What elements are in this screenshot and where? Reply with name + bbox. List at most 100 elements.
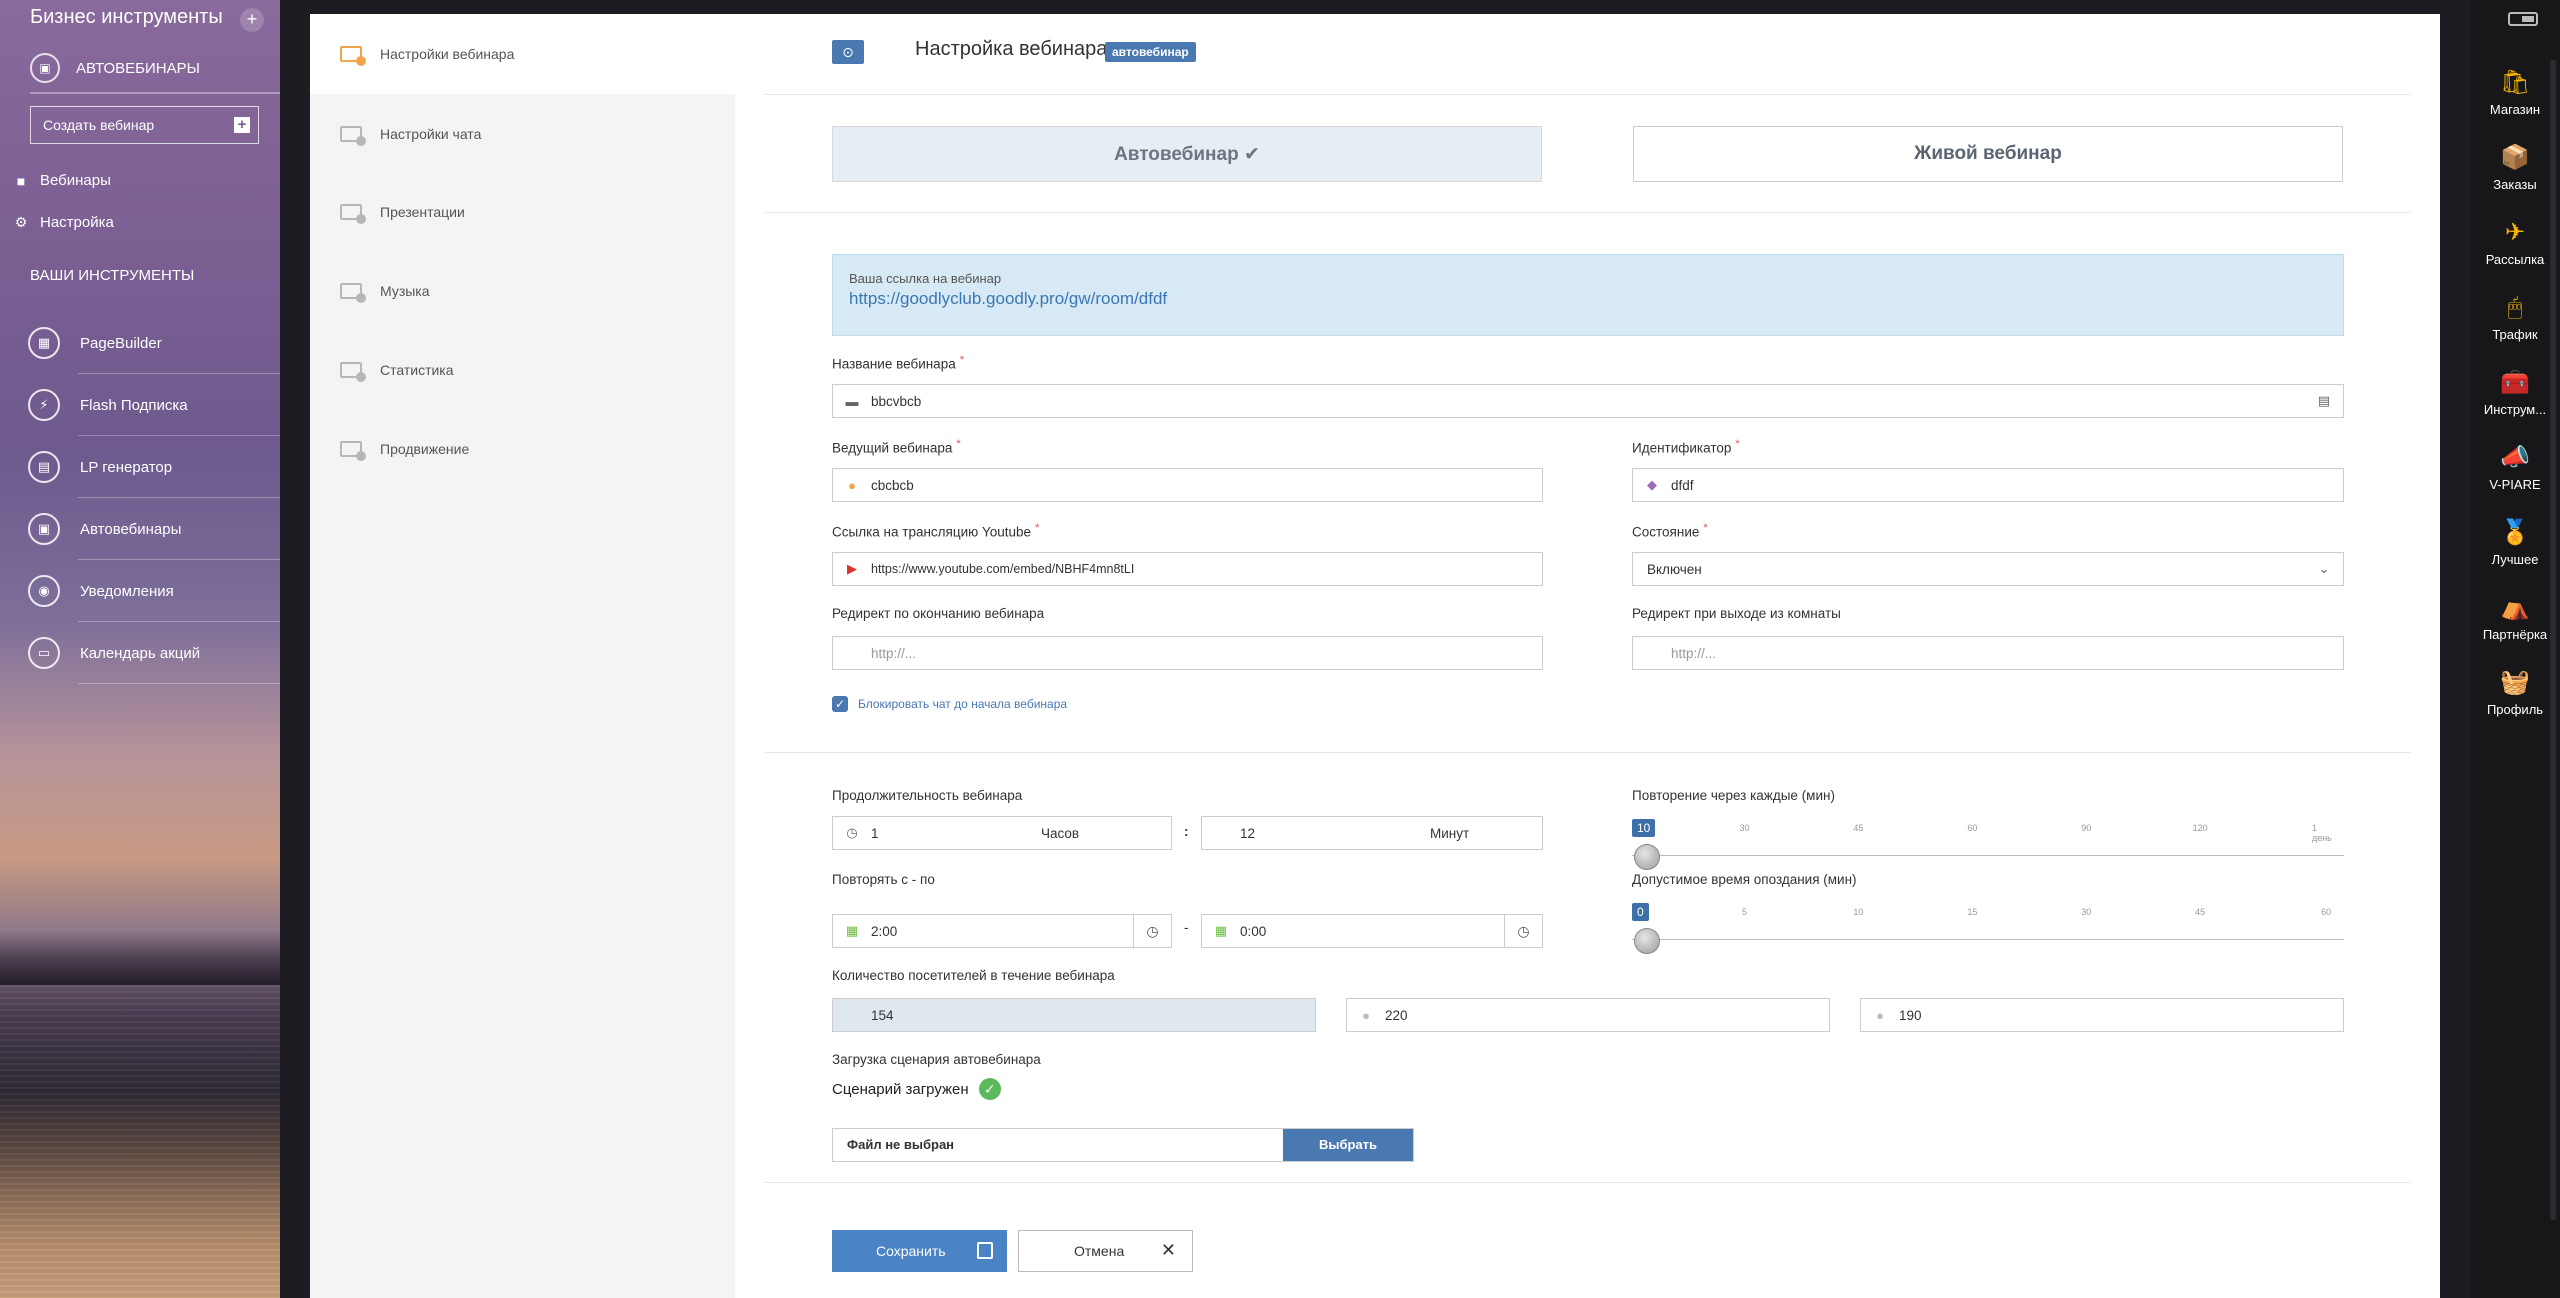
name-label: Название вебинара * — [832, 354, 964, 372]
repeat-every-slider[interactable]: 10 30 45 60 90 120 1 день — [1632, 804, 2344, 874]
tool-promo-calendar[interactable]: ▭ Календарь акций — [0, 622, 280, 684]
host-input[interactable]: ● cbcbcb — [832, 468, 1543, 502]
notification-icon: ◉ — [28, 575, 60, 607]
slider-handle[interactable] — [1634, 844, 1660, 870]
toggle-icon[interactable] — [2508, 12, 2538, 26]
block-chat-checkbox[interactable]: ✓ Блокировать чат до начала вебинара — [832, 696, 1067, 712]
webinar-section-icon: ▣ — [30, 53, 60, 83]
sidebar-divider — [30, 92, 280, 94]
redirect-end-label: Редирект по окончанию вебинара — [832, 606, 1045, 621]
youtube-url-input[interactable]: ▶ https://www.youtube.com/embed/NBHF4mn8… — [832, 552, 1543, 586]
create-webinar-button[interactable]: Создать вебинар + — [30, 106, 259, 144]
sidebar-section-autowebinars[interactable]: ▣ АВТОВЕБИНАРЫ — [30, 48, 280, 88]
tool-flash-subscription[interactable]: ⚡ Flash Подписка — [0, 374, 280, 436]
lp-icon: ▤ — [28, 451, 60, 483]
redirect-end-input[interactable]: http://... — [832, 636, 1543, 670]
clock-icon[interactable]: ◷ — [1133, 915, 1171, 947]
identifier-input[interactable]: ◆ dfdf — [1632, 468, 2344, 502]
repeat-from-input[interactable]: ▦ 2:00 ◷ — [832, 914, 1172, 948]
scenario-status: Сценарий загружен ✓ — [832, 1078, 1001, 1100]
duration-minutes-input[interactable]: 12 Минут — [1201, 816, 1543, 850]
scrollbar[interactable] — [2550, 60, 2556, 1220]
tool-notifications[interactable]: ◉ Уведомления — [0, 560, 280, 622]
dock-label: Инструм... — [2483, 402, 2547, 417]
dock-best[interactable]: 🏅 Лучшее — [2470, 518, 2560, 592]
tab-music[interactable]: Музыка — [310, 251, 735, 331]
slider-tick: 5 — [1741, 907, 1747, 917]
dock-tools[interactable]: 🧰 Инструм... — [2470, 368, 2560, 442]
slider-handle[interactable] — [1634, 928, 1660, 954]
pagebuilder-icon: ▦ — [28, 327, 60, 359]
duration-hours-unit: Часов — [1041, 825, 1080, 841]
tool-pagebuilder[interactable]: ▦ PageBuilder — [0, 312, 280, 374]
late-time-slider[interactable]: 0 5 10 15 30 45 60 — [1632, 888, 2344, 958]
visitors-value: 220 — [1385, 1007, 1408, 1023]
video-settings-icon — [340, 283, 366, 303]
visitors-input-1[interactable]: 154 — [832, 998, 1316, 1032]
slider-tick: 30 — [1739, 823, 1750, 833]
dock-profile[interactable]: 🧺 Профиль — [2470, 668, 2560, 742]
close-icon: ✕ — [1160, 1240, 1176, 1260]
text-icon: ▬ — [845, 393, 859, 409]
choose-file-button[interactable]: Выбрать — [1283, 1129, 1413, 1161]
partner-icon: ⛺ — [2500, 594, 2530, 621]
tools-heading: ВАШИ ИНСТРУМЕНТЫ — [30, 267, 195, 284]
slider-tick: 60 — [2321, 907, 2332, 917]
dock-partner[interactable]: ⛺ Партнёрка — [2470, 593, 2560, 667]
tab-presentations[interactable]: Презентации — [310, 172, 735, 252]
webinar-name-input[interactable]: ▬ bbcvbcb ▤ — [832, 384, 2344, 418]
repeat-range-label: Повторять с - по — [832, 872, 935, 887]
tab-label: Настройки чата — [380, 126, 482, 142]
tab-label: Музыка — [380, 283, 430, 299]
tool-label: PageBuilder — [80, 334, 162, 352]
visitors-input-3[interactable]: ● 190 — [1860, 998, 2344, 1032]
slider-rail — [1632, 939, 2344, 940]
duration-hours-value: 1 — [871, 825, 879, 841]
best-icon: 🏅 — [2500, 519, 2530, 546]
identifier-value: dfdf — [1671, 477, 1694, 493]
state-select[interactable]: Включен ⌄ — [1632, 552, 2344, 586]
id-card-icon: ▤ — [2317, 393, 2331, 408]
repeat-to-input[interactable]: ▦ 0:00 ◷ — [1201, 914, 1543, 948]
file-upload[interactable]: Файл не выбран Выбрать — [832, 1128, 1414, 1162]
dock-traffic[interactable]: 🖱 Трафик — [2470, 293, 2560, 367]
autowebinar-mode-button[interactable]: Автовебинар ✔ — [832, 126, 1542, 182]
redirect-exit-input[interactable]: http://... — [1632, 636, 2344, 670]
save-button[interactable]: Сохранить — [832, 1230, 1007, 1272]
cancel-button[interactable]: Отмена ✕ — [1018, 1230, 1193, 1272]
slider-rail — [1632, 855, 2344, 856]
shop-icon: 🛍 — [2500, 69, 2531, 96]
sidebar-link-settings[interactable]: ⚙ Настройка — [12, 214, 114, 231]
dock-mailing[interactable]: ✈ Рассылка — [2470, 218, 2560, 292]
tab-statistics[interactable]: Статистика — [310, 330, 735, 410]
tab-webinar-settings[interactable]: Настройки вебинара — [310, 14, 735, 94]
sidebar-link-webinars[interactable]: ■ Вебинары — [12, 172, 111, 189]
video-settings-icon — [340, 441, 366, 461]
duration-hours-input[interactable]: ◷ 1 Часов — [832, 816, 1172, 850]
video-settings-icon — [340, 362, 366, 382]
webinar-link-url[interactable]: https://goodlyclub.goodly.pro/gw/room/df… — [849, 289, 2327, 309]
tool-lp-generator[interactable]: ▤ LP генератор — [0, 436, 280, 498]
cancel-label: Отмена — [1074, 1243, 1125, 1259]
youtube-label: Ссылка на трансляцию Youtube * — [832, 522, 1040, 540]
visitors-input-2[interactable]: ● 220 — [1346, 998, 1830, 1032]
tab-promotion[interactable]: Продвижение — [310, 409, 735, 489]
live-webinar-mode-button[interactable]: Живой вебинар — [1633, 126, 2343, 182]
tab-label: Статистика — [380, 362, 454, 378]
sidebar-add-button[interactable]: + — [240, 8, 264, 32]
create-webinar-label: Создать вебинар — [43, 117, 155, 133]
divider — [765, 1182, 2410, 1183]
webinar-icon: ▣ — [28, 513, 60, 545]
tab-chat-settings[interactable]: Настройки чата — [310, 94, 735, 174]
type-badge: автовебинар — [1105, 42, 1196, 62]
redirect-exit-placeholder: http://... — [1671, 645, 1717, 661]
dock-orders[interactable]: 📦 Заказы — [2470, 143, 2560, 217]
repeat-every-label: Повторение через каждые (мин) — [1632, 788, 1835, 803]
dock-label: Заказы — [2493, 177, 2537, 192]
slider-tick: 10 — [1853, 907, 1864, 917]
dock-vpiare[interactable]: 📣 V-PIARE — [2470, 443, 2560, 517]
tool-autowebinars[interactable]: ▣ Автовебинары — [0, 498, 280, 560]
clock-icon[interactable]: ◷ — [1504, 915, 1542, 947]
video-settings-icon — [340, 204, 366, 224]
dock-shop[interactable]: 🛍 Магазин — [2470, 68, 2560, 142]
